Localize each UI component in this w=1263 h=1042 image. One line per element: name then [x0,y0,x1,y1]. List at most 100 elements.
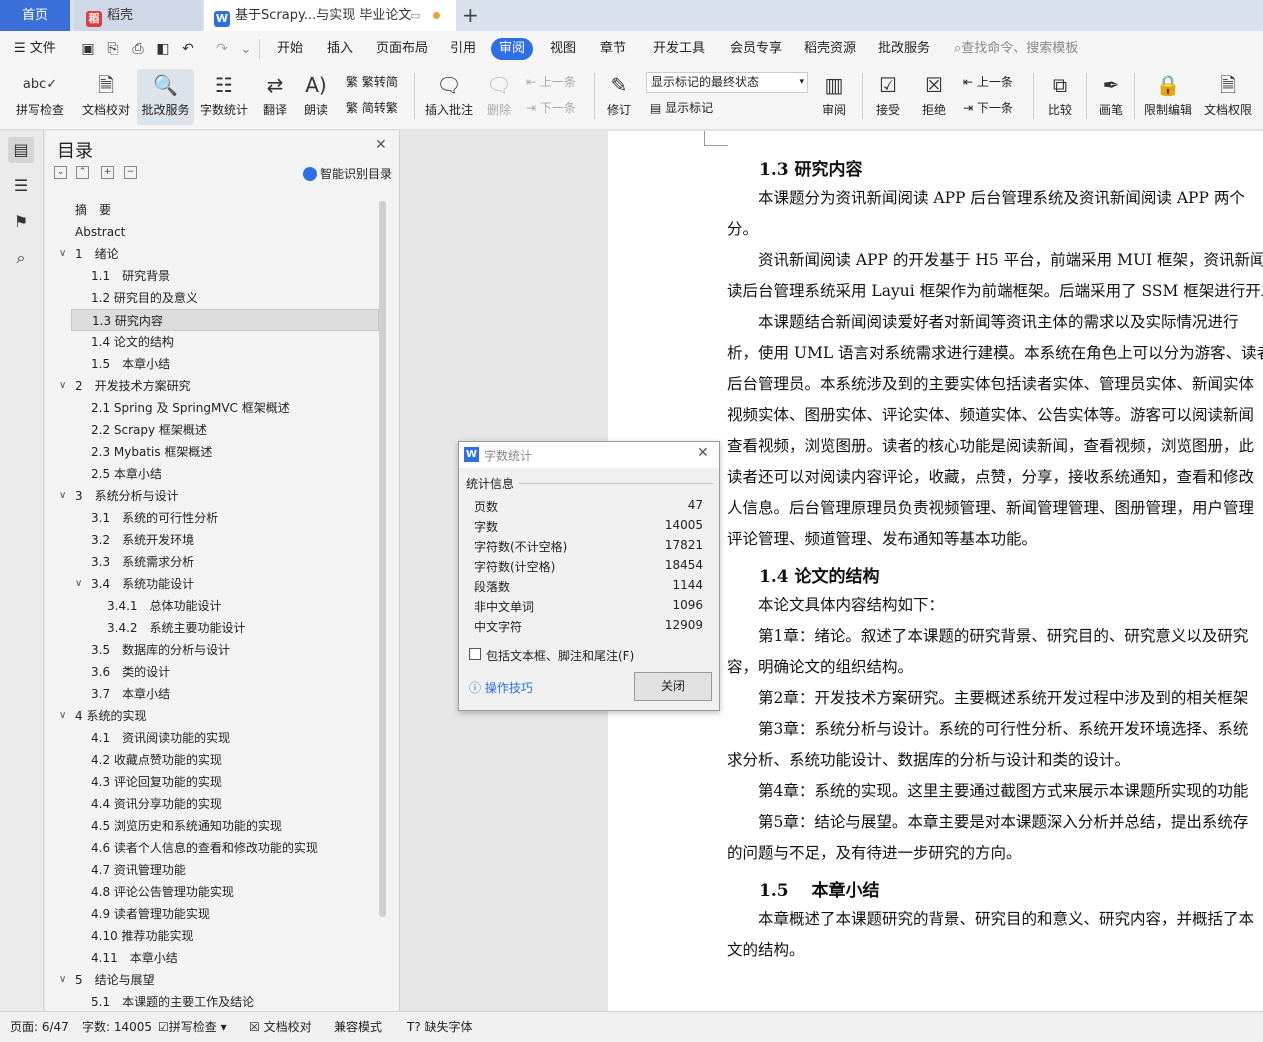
tab-document[interactable]: W 基于Scrapy...与实现 毕业论文 ▭ [204,0,456,31]
toc-item[interactable]: 4.7 资讯管理功能 [45,859,375,881]
spell-check-button[interactable]: abc✓ 拼写检查 [8,69,72,125]
restrict-editing-button[interactable]: 🔒 限制编辑 [1140,69,1196,125]
missing-font-status[interactable]: T? 缺失字体 [407,1012,473,1042]
toc-item[interactable]: 3.1 系统的可行性分析 [45,507,375,529]
toc-item[interactable]: ∨ 5 结论与展望 [45,969,375,991]
prev-comment-button[interactable]: ⇤ 上一条 [526,71,576,93]
compare-button[interactable]: ⧉ 比较 [1040,69,1080,125]
spell-check-status[interactable]: ☑拼写检查 ▾ [158,1012,227,1042]
include-textbox-checkbox[interactable] [469,648,481,660]
toc-item[interactable]: 1.5 本章小结 [45,353,375,375]
print-icon[interactable]: ⎙ [130,41,146,57]
command-search[interactable]: ⌕查找命令、搜索模板 [954,31,1078,67]
toc-item[interactable]: 3.2 系统开发环境 [45,529,375,551]
file-menu[interactable]: ☰ 文件 [14,31,56,67]
toc-item[interactable]: 1.2 研究目的及意义 [45,287,375,309]
menu-item-developer[interactable]: 开发工具 [653,31,705,67]
save-icon[interactable]: ▣ [80,41,96,57]
page-indicator[interactable]: 页面: 6/47 [10,1012,69,1042]
toc-item[interactable]: 3.6 类的设计 [45,661,375,683]
trad-to-simp-button[interactable]: 繁 繁转简 [346,71,398,93]
toc-item[interactable]: 2.3 Mybatis 框架概述 [45,441,375,463]
toc-item[interactable]: 2.2 Scrapy 框架概述 [45,419,375,441]
simp-to-trad-button[interactable]: 繁 简转繁 [346,97,398,119]
operation-tips-link[interactable]: ⓘ 操作技巧 [469,679,533,696]
toc-item[interactable]: ∨ 1 绪论 [45,243,375,265]
menu-item-layout[interactable]: 页面布局 [376,31,428,67]
menu-item-chapter[interactable]: 章节 [600,31,626,67]
menu-item-review[interactable]: 审阅 [491,38,534,60]
reject-button[interactable]: ☒ 拒绝 [914,69,954,125]
document-proof-button[interactable]: 🗎 文档校对 [77,69,135,125]
tab-home[interactable]: 首页 [0,0,70,31]
toc-panel-icon[interactable]: ▤ [8,137,34,163]
toc-item[interactable]: 1.4 论文的结构 [45,331,375,353]
chevron-down-icon[interactable]: ∨ [59,485,66,507]
undo-icon[interactable]: ↶ [180,41,196,57]
delete-comment-button[interactable]: 🗨 删除 [480,69,518,125]
review-service-button[interactable]: 🔍 批改服务 [137,69,194,125]
word-count-button[interactable]: ☷ 字数统计 [197,69,251,125]
word-count-status[interactable]: 字数: 14005 [82,1012,152,1042]
chevron-down-icon[interactable]: ∨ [59,375,66,397]
search-icon[interactable]: ⌕ [8,245,34,271]
smart-toc-button[interactable]: 智能识别目录 [303,165,392,182]
toc-item[interactable]: 4.3 评论回复功能的实现 [45,771,375,793]
toc-item[interactable]: 4.2 收藏点赞功能的实现 [45,749,375,771]
chevron-down-icon[interactable]: ∨ [75,573,82,595]
new-tab-plus-icon[interactable]: + [462,0,479,31]
document-permission-button[interactable]: 🗎 文档权限 [1199,69,1257,125]
toc-item[interactable]: 1.3 研究内容 [71,309,379,331]
redo-icon[interactable]: ↷ [214,41,230,57]
toc-item[interactable]: 4.6 读者个人信息的查看和修改功能的实现 [45,837,375,859]
export-icon[interactable]: ⎘ [105,41,121,57]
tab-daoke[interactable]: 稻稻壳 [74,0,202,31]
show-markup-button[interactable]: ▤ 显示标记 [650,97,713,119]
next-change-button[interactable]: ⇥ 下一条 [963,97,1013,119]
next-comment-button[interactable]: ⇥ 下一条 [526,97,576,119]
toc-item[interactable]: ∨ 4 系统的实现 [45,705,375,727]
monitor-icon[interactable]: ▭ [410,0,420,31]
toc-item[interactable]: 2.5 本章小结 [45,463,375,485]
expand-all-icon[interactable]: ⌃ [76,166,89,179]
toc-item[interactable]: 2.1 Spring 及 SpringMVC 框架概述 [45,397,375,419]
toc-item[interactable]: ∨ 2 开发技术方案研究 [45,375,375,397]
toc-scrollbar[interactable] [379,201,386,917]
toc-item[interactable]: 3.4.1 总体功能设计 [45,595,375,617]
toc-item[interactable]: ∨ 3.4 系统功能设计 [45,573,375,595]
accept-button[interactable]: ☑ 接受 [868,69,908,125]
translate-button[interactable]: ⇄ 翻译 [255,69,295,125]
chevron-down-icon[interactable]: ∨ [59,705,66,727]
toc-item[interactable]: ∨ 3 系统分析与设计 [45,485,375,507]
pen-button[interactable]: ✒ 画笔 [1093,69,1129,125]
menu-item-reference[interactable]: 引用 [450,31,476,67]
close-icon[interactable]: ✕ [697,445,709,461]
print-preview-icon[interactable]: ◧ [155,41,171,57]
toc-item[interactable]: 4.4 资讯分享功能的实现 [45,793,375,815]
toc-item[interactable]: 4.9 读者管理功能实现 [45,903,375,925]
menu-item-review-service[interactable]: 批改服务 [878,31,930,67]
close-button[interactable]: 关闭 [634,672,712,701]
toc-item[interactable]: Abstract [45,221,375,243]
collapse-all-icon[interactable]: ⌄ [54,166,67,179]
chevron-down-icon[interactable]: ∨ [59,969,66,991]
bookmark-icon[interactable]: ⚑ [8,209,34,235]
dialog-title-bar[interactable]: W 字数统计 ✕ [459,442,719,468]
menu-item-member[interactable]: 会员专享 [730,31,782,67]
menu-item-view[interactable]: 视图 [550,31,576,67]
markup-state-select[interactable]: 显示标记的最终状态 ▾ [646,72,808,93]
menu-item-daoke-resources[interactable]: 稻壳资源 [804,31,856,67]
review-pane-button[interactable]: ▥ 审阅 [814,69,854,125]
toc-item[interactable]: 4.1 资讯阅读功能的实现 [45,727,375,749]
remove-level-icon[interactable]: − [124,166,137,179]
toc-item[interactable]: 4.8 评论公告管理功能实现 [45,881,375,903]
close-icon[interactable]: ✕ [375,137,387,153]
menu-item-start[interactable]: 开始 [277,31,303,67]
toc-item[interactable]: 摘 要 [45,199,375,221]
toc-item[interactable]: 4.5 浏览历史和系统通知功能的实现 [45,815,375,837]
add-level-icon[interactable]: + [101,166,114,179]
toc-item[interactable]: 3.4.2 系统主要功能设计 [45,617,375,639]
toc-item[interactable]: 3.3 系统需求分析 [45,551,375,573]
toc-item[interactable]: 4.11 本章小结 [45,947,375,969]
toc-item[interactable]: 3.7 本章小结 [45,683,375,705]
